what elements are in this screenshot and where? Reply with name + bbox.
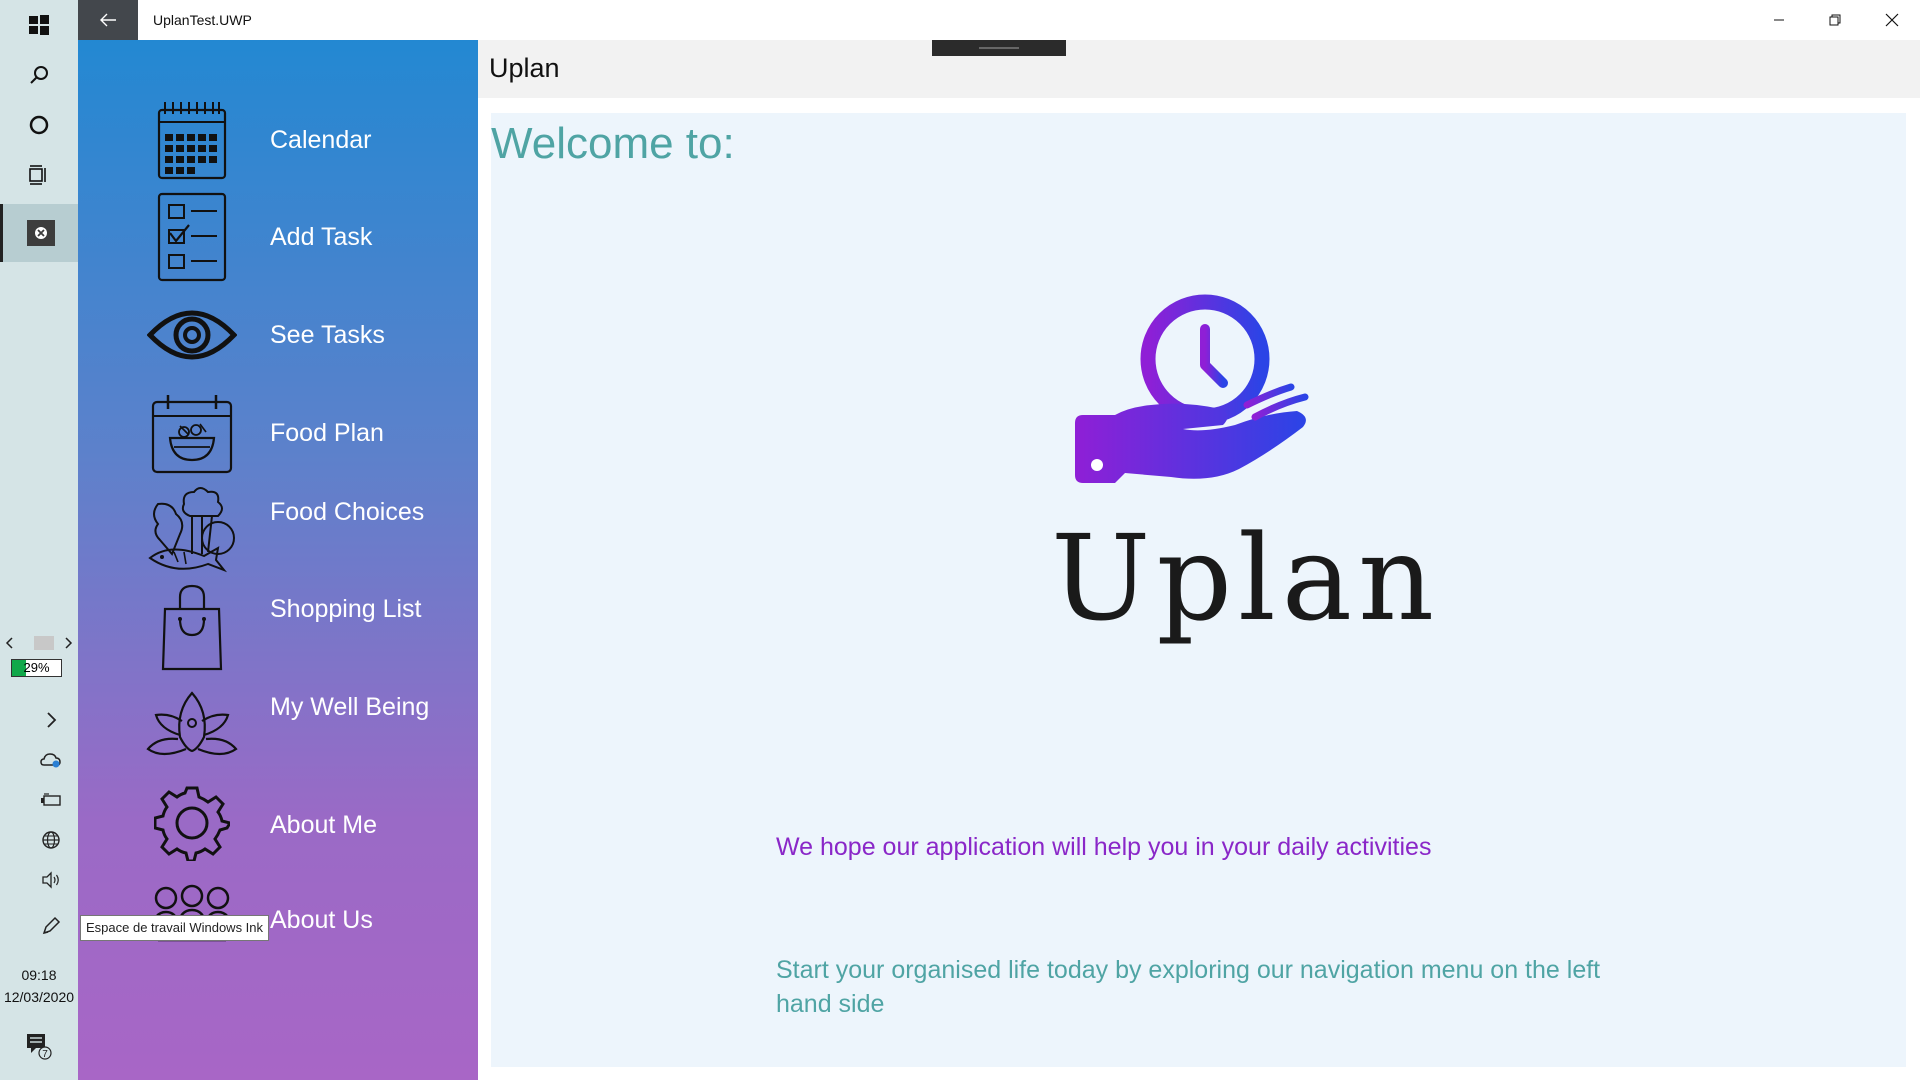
minimize-button[interactable] bbox=[1751, 0, 1807, 40]
hope-message: We hope our application will help you in… bbox=[776, 833, 1432, 861]
back-arrow-icon bbox=[100, 13, 116, 27]
title-bar: UplanTest.UWP bbox=[78, 0, 1920, 40]
page-header: Uplan bbox=[478, 40, 1920, 98]
nav-item-about-me[interactable]: About Me bbox=[78, 773, 478, 873]
task-view-icon[interactable] bbox=[0, 150, 78, 200]
shopping-bag-icon bbox=[142, 577, 242, 677]
windows-start-icon[interactable] bbox=[0, 0, 78, 50]
network-icon[interactable] bbox=[28, 820, 74, 860]
food-choices-icon bbox=[142, 480, 242, 580]
chevron-right-icon[interactable] bbox=[28, 700, 74, 740]
taskbar-scroller[interactable] bbox=[2, 633, 74, 653]
eye-icon bbox=[142, 285, 242, 385]
clock-date[interactable]: 12/03/2020 bbox=[0, 989, 78, 1005]
nav-label: About Me bbox=[270, 811, 378, 839]
logo-wordmark: Uplan bbox=[1051, 509, 1441, 647]
nav-label: Add Task bbox=[270, 223, 373, 251]
nav-item-food-plan[interactable]: Food Plan bbox=[78, 383, 478, 483]
restore-button[interactable] bbox=[1807, 0, 1863, 40]
battery-indicator[interactable]: 29% bbox=[11, 659, 62, 677]
drag-handle[interactable] bbox=[932, 40, 1066, 56]
pen-icon[interactable] bbox=[28, 906, 74, 946]
battery-percent: 29% bbox=[23, 660, 50, 675]
page-title: Uplan bbox=[489, 53, 560, 83]
cortana-icon[interactable] bbox=[0, 100, 78, 150]
food-plan-icon bbox=[142, 383, 242, 483]
start-message: Start your organised life today by explo… bbox=[776, 956, 1601, 1018]
onedrive-icon[interactable] bbox=[28, 740, 74, 780]
calendar-icon bbox=[142, 90, 242, 190]
main-content: Welcome to: Uplan We hope our applicatio… bbox=[491, 113, 1906, 1067]
nav-item-add-task[interactable]: Add Task bbox=[78, 187, 478, 287]
nav-label: See Tasks bbox=[270, 321, 385, 349]
clock-time[interactable]: 09:18 bbox=[0, 967, 78, 983]
window-title: UplanTest.UWP bbox=[153, 12, 252, 28]
nav-label: Shopping List bbox=[270, 595, 422, 623]
app-icon[interactable] bbox=[0, 204, 78, 262]
notification-count: 7 bbox=[42, 1049, 48, 1060]
clock-hand-icon bbox=[1071, 293, 1331, 519]
nav-item-food-choices[interactable]: Food Choices bbox=[78, 480, 478, 580]
nav-item-see-tasks[interactable]: See Tasks bbox=[78, 285, 478, 385]
gear-icon bbox=[142, 773, 242, 873]
nav-label: Food Choices bbox=[270, 498, 425, 526]
search-icon[interactable] bbox=[0, 50, 78, 100]
battery-icon[interactable] bbox=[28, 780, 74, 820]
nav-item-shopping-list[interactable]: Shopping List bbox=[78, 577, 478, 677]
nav-item-calendar[interactable]: Calendar bbox=[78, 90, 478, 190]
nav-label: Food Plan bbox=[270, 419, 384, 447]
welcome-heading: Welcome to: bbox=[491, 119, 735, 168]
tooltip: Espace de travail Windows Ink bbox=[80, 915, 270, 941]
nav-label: Calendar bbox=[270, 126, 372, 154]
taskbar: 29% 09:18 12/03/2020 7 bbox=[0, 0, 78, 1080]
nav-label: My Well Being bbox=[270, 693, 430, 721]
back-button[interactable] bbox=[78, 0, 138, 40]
checklist-icon bbox=[142, 187, 242, 287]
close-button[interactable] bbox=[1864, 0, 1920, 40]
lotus-icon bbox=[142, 675, 242, 775]
volume-icon[interactable] bbox=[28, 860, 74, 900]
nav-label: About Us bbox=[270, 906, 373, 934]
nav-item-my-well-being[interactable]: My Well Being bbox=[78, 675, 478, 775]
notification-icon[interactable]: 7 bbox=[0, 1020, 78, 1072]
